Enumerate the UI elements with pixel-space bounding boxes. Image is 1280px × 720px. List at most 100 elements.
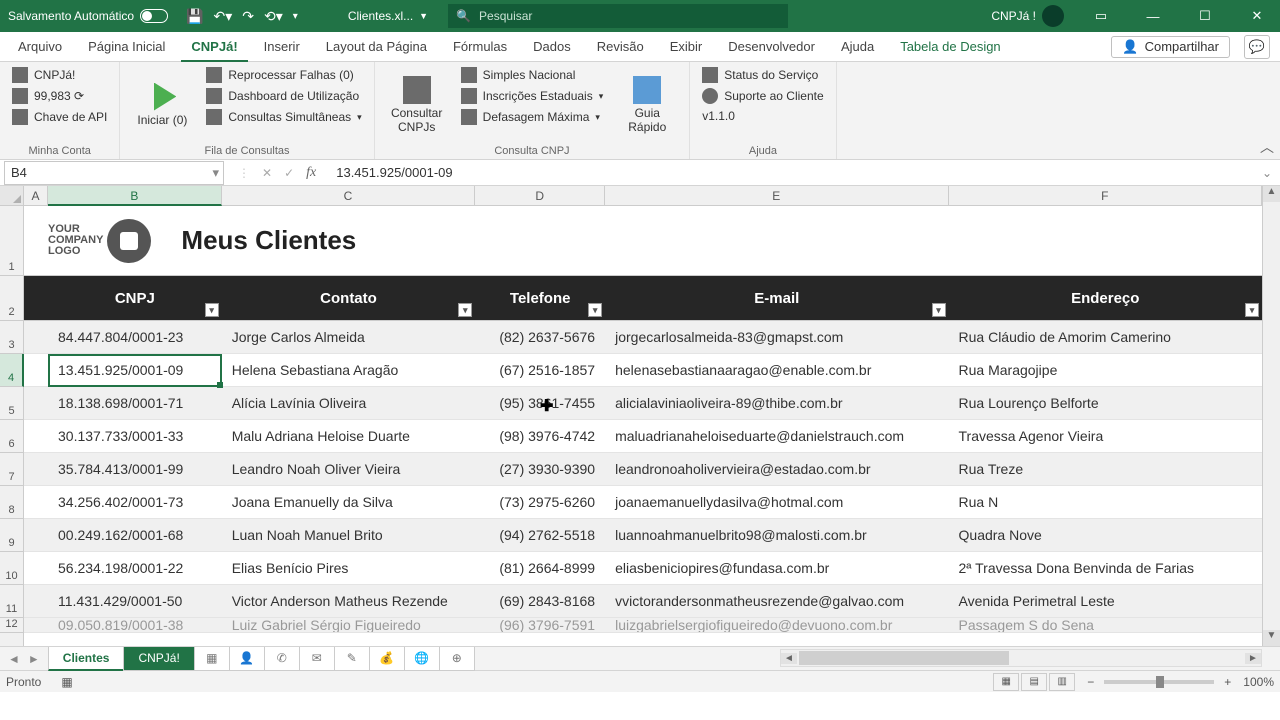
- th-endereco[interactable]: Endereço▾: [949, 276, 1262, 320]
- qat-more-icon[interactable]: ▾: [293, 11, 298, 22]
- cell-telefone[interactable]: (67) 2516-1857: [475, 354, 605, 386]
- table-row[interactable]: 00.249.162/0001-68Luan Noah Manuel Brito…: [24, 519, 1262, 552]
- sheet-tab-person-icon[interactable]: 👤: [229, 647, 265, 671]
- tab-pagina-inicial[interactable]: Página Inicial: [78, 32, 175, 62]
- cell-email[interactable]: joanaemanuellydasilva@hotmal.com: [605, 486, 948, 518]
- table-row[interactable]: 35.784.413/0001-99Leandro Noah Oliver Vi…: [24, 453, 1262, 486]
- sheet-tab-pen-icon[interactable]: ✎: [334, 647, 370, 671]
- scroll-thumb[interactable]: [799, 651, 1009, 665]
- th-cnpj[interactable]: CNPJ▾: [48, 276, 222, 320]
- filter-icon[interactable]: ▾: [205, 303, 219, 317]
- row-header[interactable]: 3: [0, 321, 23, 354]
- cell-endereco[interactable]: Avenida Perimetral Leste: [949, 585, 1262, 617]
- row-header[interactable]: 6: [0, 420, 23, 453]
- iniciar-button[interactable]: Iniciar (0): [130, 66, 194, 143]
- filter-icon[interactable]: ▾: [458, 303, 472, 317]
- autosave-toggle[interactable]: Salvamento Automático: [0, 9, 176, 23]
- chave-api[interactable]: Chave de API: [10, 108, 109, 126]
- tab-arquivo[interactable]: Arquivo: [8, 32, 72, 62]
- cell-contato[interactable]: Alícia Lavínia Oliveira: [222, 387, 476, 419]
- table-row[interactable]: 11.431.429/0001-50Victor Anderson Matheu…: [24, 585, 1262, 618]
- normal-view-button[interactable]: ▦: [993, 673, 1019, 691]
- ribbon-display-button[interactable]: ▭: [1078, 0, 1124, 32]
- enter-icon[interactable]: ✓: [284, 166, 294, 180]
- scroll-down-icon[interactable]: ▼: [1263, 630, 1280, 646]
- repeat-icon[interactable]: ⟲▾: [264, 8, 283, 25]
- cell-cnpj[interactable]: 84.447.804/0001-23: [48, 321, 222, 353]
- table-row[interactable]: 09.050.819/0001-38Luiz Gabriel Sérgio Fi…: [24, 618, 1262, 633]
- th-telefone[interactable]: Telefone▾: [475, 276, 605, 320]
- tab-tabela-design[interactable]: Tabela de Design: [890, 32, 1010, 62]
- suporte-cliente[interactable]: Suporte ao Cliente: [700, 87, 825, 105]
- table-row[interactable]: 34.256.402/0001-73Joana Emanuelly da Sil…: [24, 486, 1262, 519]
- sheet-tab-clientes[interactable]: Clientes: [48, 647, 125, 671]
- col-header-f[interactable]: F: [949, 186, 1262, 205]
- cell-contato[interactable]: Jorge Carlos Almeida: [222, 321, 476, 353]
- inscricoes-estaduais[interactable]: Inscrições Estaduais ▾: [459, 87, 606, 105]
- tab-exibir[interactable]: Exibir: [660, 32, 713, 62]
- filter-icon[interactable]: ▾: [932, 303, 946, 317]
- cell-telefone[interactable]: (69) 2843-8168: [475, 585, 605, 617]
- select-all-cell[interactable]: [0, 186, 23, 206]
- cell-endereco[interactable]: Rua N: [949, 486, 1262, 518]
- cell-telefone[interactable]: (73) 2975-6260: [475, 486, 605, 518]
- dashboard-button[interactable]: Dashboard de Utilização: [204, 87, 363, 105]
- cell-contato[interactable]: Victor Anderson Matheus Rezende: [222, 585, 476, 617]
- share-button[interactable]: 👤 Compartilhar: [1111, 36, 1230, 58]
- row-header[interactable]: 7: [0, 453, 23, 486]
- tab-inserir[interactable]: Inserir: [254, 32, 310, 62]
- row-header[interactable]: 8: [0, 486, 23, 519]
- row-header[interactable]: 12: [0, 618, 23, 633]
- row-header[interactable]: 11: [0, 585, 23, 618]
- sheet-tab-cnpja[interactable]: CNPJá!: [123, 647, 194, 671]
- filter-icon[interactable]: ▾: [1245, 303, 1259, 317]
- row-header[interactable]: 4: [0, 354, 24, 387]
- page-break-button[interactable]: ▥: [1049, 673, 1075, 691]
- consultas-simultaneas[interactable]: Consultas Simultâneas ▾: [204, 108, 363, 126]
- scroll-left-icon[interactable]: ◄: [781, 653, 797, 664]
- horizontal-scrollbar[interactable]: ◄ ►: [780, 649, 1262, 667]
- cancel-icon[interactable]: ✕: [262, 166, 272, 180]
- cell-cnpj[interactable]: 18.138.698/0001-71: [48, 387, 222, 419]
- cell-email[interactable]: vvictorandersonmatheusrezende@galvao.com: [605, 585, 948, 617]
- cell-cnpj[interactable]: 30.137.733/0001-33: [48, 420, 222, 452]
- tab-revisao[interactable]: Revisão: [587, 32, 654, 62]
- reprocessar-button[interactable]: Reprocessar Falhas (0): [204, 66, 363, 84]
- cell-telefone[interactable]: (27) 3930-9390: [475, 453, 605, 485]
- cell-contato[interactable]: Joana Emanuelly da Silva: [222, 486, 476, 518]
- sheet-tab-globe-icon[interactable]: 🌐: [404, 647, 440, 671]
- cell-contato[interactable]: Helena Sebastiana Aragão: [222, 354, 476, 386]
- cell-email[interactable]: alicialaviniaoliveira-89@thibe.com.br: [605, 387, 948, 419]
- tab-layout[interactable]: Layout da Página: [316, 32, 437, 62]
- cell-email[interactable]: helenasebastianaaragao@enable.com.br: [605, 354, 948, 386]
- th-email[interactable]: E-mail▾: [605, 276, 948, 320]
- cell-email[interactable]: maluadrianaheloiseduarte@danielstrauch.c…: [605, 420, 948, 452]
- tab-dados[interactable]: Dados: [523, 32, 581, 62]
- table-row[interactable]: 56.234.198/0001-22Elias Benício Pires(81…: [24, 552, 1262, 585]
- prev-sheet-icon[interactable]: ◄: [8, 652, 20, 666]
- cell-contato[interactable]: Leandro Noah Oliver Vieira: [222, 453, 476, 485]
- page-layout-button[interactable]: ▤: [1021, 673, 1047, 691]
- macro-record-icon[interactable]: ▦: [61, 675, 72, 689]
- col-header-b[interactable]: B: [48, 186, 222, 206]
- cell-endereco[interactable]: Quadra Nove: [949, 519, 1262, 551]
- tab-ajuda[interactable]: Ajuda: [831, 32, 884, 62]
- cell-endereco[interactable]: Travessa Agenor Vieira: [949, 420, 1262, 452]
- cell-endereco[interactable]: Rua Treze: [949, 453, 1262, 485]
- cell-telefone[interactable]: (81) 2664-8999: [475, 552, 605, 584]
- cell-email[interactable]: luannoahmanuelbrito98@malosti.com.br: [605, 519, 948, 551]
- expand-formula-icon[interactable]: ⌄: [1254, 166, 1280, 180]
- cell-endereco[interactable]: 2ª Travessa Dona Benvinda de Farias: [949, 552, 1262, 584]
- comments-button[interactable]: 💬: [1244, 35, 1270, 59]
- cell-email[interactable]: jorgecarlosalmeida-83@gmapst.com: [605, 321, 948, 353]
- save-icon[interactable]: 💾: [186, 8, 203, 25]
- next-sheet-icon[interactable]: ►: [28, 652, 40, 666]
- cell-cnpj[interactable]: 00.249.162/0001-68: [48, 519, 222, 551]
- zoom-slider[interactable]: [1104, 680, 1214, 684]
- cell-telefone[interactable]: (82) 2637-5676: [475, 321, 605, 353]
- sheet-tab-table-icon[interactable]: ▦: [194, 647, 230, 671]
- cnpja-link[interactable]: CNPJá!: [10, 66, 109, 84]
- cell-cnpj[interactable]: 13.451.925/0001-09: [48, 354, 222, 386]
- col-header-c[interactable]: C: [222, 186, 476, 205]
- cell-contato[interactable]: Luan Noah Manuel Brito: [222, 519, 476, 551]
